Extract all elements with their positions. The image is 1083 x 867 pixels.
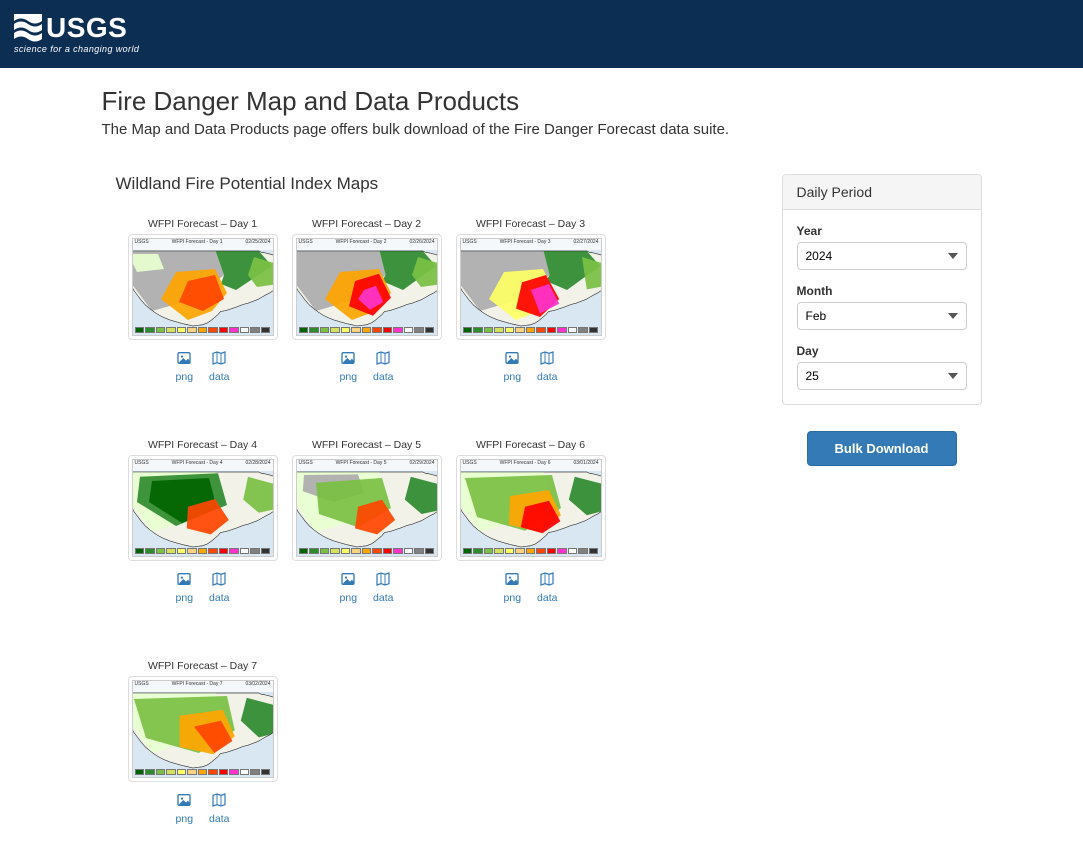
map-thumbnail-link[interactable]: USGSWFPI Forecast - Day 302/27/2024	[456, 234, 606, 340]
data-download-link[interactable]: data	[209, 350, 229, 383]
png-download-link[interactable]: png	[176, 350, 194, 383]
map-card: WFPI Forecast – Day 7 USGSWFPI Forecast …	[128, 660, 278, 825]
map-thumbnail: USGSWFPI Forecast - Day 202/26/2024	[296, 238, 438, 336]
map-card-caption: WFPI Forecast – Day 1	[128, 218, 278, 230]
map-thumbnail-link[interactable]: USGSWFPI Forecast - Day 202/26/2024	[292, 234, 442, 340]
page-subtitle: The Map and Data Products page offers bu…	[102, 121, 982, 138]
map-data-icon	[375, 350, 391, 369]
map-data-icon	[539, 571, 555, 590]
image-icon	[340, 571, 356, 590]
usgs-logo: USGS science for a changing world	[14, 14, 139, 54]
png-download-link[interactable]: png	[504, 350, 522, 383]
year-label: Year	[797, 224, 967, 238]
map-thumbnail: USGSWFPI Forecast - Day 603/01/2024	[460, 459, 602, 557]
map-thumbnail: USGSWFPI Forecast - Day 302/27/2024	[460, 238, 602, 336]
map-thumbnail-link[interactable]: USGSWFPI Forecast - Day 102/25/2024	[128, 234, 278, 340]
image-icon	[340, 350, 356, 369]
map-thumbnail-link[interactable]: USGSWFPI Forecast - Day 502/29/2024	[292, 455, 442, 561]
png-download-link[interactable]: png	[504, 571, 522, 604]
usgs-wave-icon	[14, 14, 42, 42]
map-card: WFPI Forecast – Day 5 USGSWFPI Forecast …	[292, 439, 442, 604]
map-card: WFPI Forecast – Day 2 USGSWFPI Forecast …	[292, 218, 442, 383]
month-select[interactable]: Feb	[797, 302, 967, 330]
map-data-icon	[539, 350, 555, 369]
map-thumbnail-link[interactable]: USGSWFPI Forecast - Day 703/02/2024	[128, 676, 278, 782]
data-download-link[interactable]: data	[537, 571, 557, 604]
month-label: Month	[797, 284, 967, 298]
panel-header: Daily Period	[783, 175, 981, 210]
map-card: WFPI Forecast – Day 4 USGSWFPI Forecast …	[128, 439, 278, 604]
map-thumbnail: USGSWFPI Forecast - Day 502/29/2024	[296, 459, 438, 557]
map-thumbnail: USGSWFPI Forecast - Day 703/02/2024	[132, 680, 274, 778]
map-data-icon	[211, 792, 227, 811]
image-icon	[176, 571, 192, 590]
cards-grid: WFPI Forecast – Day 1 USGSWFPI Forecast …	[102, 218, 742, 867]
bulk-download-button[interactable]: Bulk Download	[807, 431, 957, 466]
day-select[interactable]: 25	[797, 362, 967, 390]
map-card-caption: WFPI Forecast – Day 3	[456, 218, 606, 230]
map-thumbnail: USGSWFPI Forecast - Day 402/28/2024	[132, 459, 274, 557]
image-icon	[176, 350, 192, 369]
png-download-link[interactable]: png	[340, 350, 358, 383]
data-download-link[interactable]: data	[537, 350, 557, 383]
section-title: Wildland Fire Potential Index Maps	[116, 174, 742, 194]
map-thumbnail-link[interactable]: USGSWFPI Forecast - Day 603/01/2024	[456, 455, 606, 561]
png-download-link[interactable]: png	[176, 571, 194, 604]
map-thumbnail: USGSWFPI Forecast - Day 102/25/2024	[132, 238, 274, 336]
map-card: WFPI Forecast – Day 1 USGSWFPI Forecast …	[128, 218, 278, 383]
image-icon	[176, 792, 192, 811]
map-data-icon	[375, 571, 391, 590]
usgs-name: USGS	[46, 14, 127, 42]
day-label: Day	[797, 344, 967, 358]
map-card-caption: WFPI Forecast – Day 4	[128, 439, 278, 451]
png-download-link[interactable]: png	[340, 571, 358, 604]
data-download-link[interactable]: data	[209, 571, 229, 604]
data-download-link[interactable]: data	[373, 571, 393, 604]
png-download-link[interactable]: png	[176, 792, 194, 825]
map-card-caption: WFPI Forecast – Day 2	[292, 218, 442, 230]
map-card-caption: WFPI Forecast – Day 7	[128, 660, 278, 672]
image-icon	[504, 350, 520, 369]
page-title: Fire Danger Map and Data Products	[102, 86, 982, 117]
map-card: WFPI Forecast – Day 3 USGSWFPI Forecast …	[456, 218, 606, 383]
map-card-caption: WFPI Forecast – Day 5	[292, 439, 442, 451]
map-thumbnail-link[interactable]: USGSWFPI Forecast - Day 402/28/2024	[128, 455, 278, 561]
map-card-caption: WFPI Forecast – Day 6	[456, 439, 606, 451]
map-data-icon	[211, 571, 227, 590]
usgs-tagline: science for a changing world	[14, 44, 139, 54]
image-icon	[504, 571, 520, 590]
data-download-link[interactable]: data	[373, 350, 393, 383]
year-select[interactable]: 2024	[797, 242, 967, 270]
daily-period-panel: Daily Period Year 2024 Month Feb	[782, 174, 982, 405]
map-data-icon	[211, 350, 227, 369]
site-header: USGS science for a changing world	[0, 0, 1083, 68]
map-card: WFPI Forecast – Day 6 USGSWFPI Forecast …	[456, 439, 606, 604]
data-download-link[interactable]: data	[209, 792, 229, 825]
